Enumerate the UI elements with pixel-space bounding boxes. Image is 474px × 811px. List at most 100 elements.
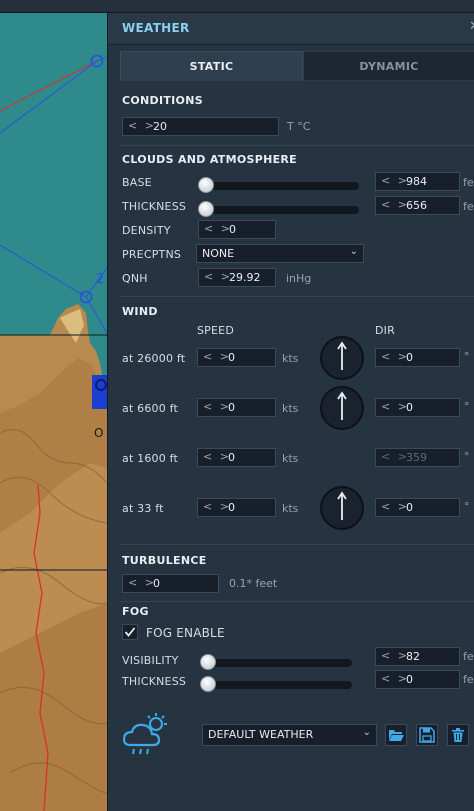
wind-dir-value: 0 (406, 351, 413, 364)
stepper-arrows-icon[interactable]: < > (204, 270, 232, 283)
wind-title: WIND (122, 305, 158, 318)
temperature-input[interactable]: < > 20 (122, 117, 279, 136)
wind-dir-unit: ° (464, 500, 470, 513)
stepper-arrows-icon[interactable]: < > (381, 400, 409, 413)
wind-row-label: at 6600 ft (122, 402, 179, 415)
visibility-slider[interactable] (200, 654, 352, 670)
open-folder-icon (389, 730, 404, 741)
qnh-input[interactable]: < > 29.92 (198, 268, 276, 287)
stepper-arrows-icon[interactable]: < > (381, 174, 409, 187)
check-icon (124, 627, 136, 637)
wind-speed-input[interactable]: < > 0 (197, 348, 276, 367)
visibility-label: VISIBILITY (122, 654, 179, 667)
cloud-thickness-unit: fe (463, 200, 474, 213)
density-input[interactable]: < > 0 (198, 220, 276, 239)
wind-dir-value: 0 (406, 401, 413, 414)
stepper-arrows-icon[interactable]: < > (204, 222, 232, 235)
cloud-thickness-input[interactable]: < > 656 (375, 196, 460, 215)
stepper-arrows-icon[interactable]: < > (203, 350, 231, 363)
weather-tabs: STATIC DYNAMIC (120, 51, 474, 81)
stepper-arrows-icon[interactable]: < > (203, 400, 231, 413)
fog-thickness-slider-handle[interactable] (200, 676, 216, 692)
wind-speed-unit: kts (282, 452, 299, 465)
turbulence-value: 0 (153, 577, 160, 590)
chevron-down-icon[interactable]: ⌄ (350, 246, 358, 257)
map-view[interactable]: 2 O (0, 13, 107, 811)
base-slider[interactable] (198, 177, 359, 193)
stepper-arrows-icon[interactable]: < > (203, 500, 231, 513)
fog-thickness-label: THICKNESS (122, 675, 187, 688)
cloud-thickness-value: 656 (406, 199, 427, 212)
precipitation-select[interactable]: NONE ⌄ (196, 244, 364, 263)
stepper-arrows-icon: < > (381, 450, 409, 463)
wind-dir-input[interactable]: < > 0 (375, 398, 460, 417)
weather-cloud-sun-rain-icon (122, 713, 167, 755)
wind-dir-unit: ° (464, 350, 470, 363)
wind-speed-input[interactable]: < > 0 (197, 398, 276, 417)
wind-speed-unit: kts (282, 402, 299, 415)
wind-direction-dial[interactable] (320, 386, 364, 430)
wind-direction-dial[interactable] (320, 336, 364, 380)
stepper-arrows-icon[interactable]: < > (381, 350, 409, 363)
visibility-slider-handle[interactable] (200, 654, 216, 670)
wind-dir-input[interactable]: < > 0 (375, 348, 460, 367)
wind-speed-value: 0 (228, 351, 235, 364)
wind-row-label: at 33 ft (122, 502, 164, 515)
fog-enable-checkbox[interactable] (122, 624, 138, 640)
precptns-label: PRECPTNS (122, 248, 182, 261)
close-icon[interactable]: ✕ (469, 19, 474, 35)
weather-preset-select[interactable]: DEFAULT WEATHER ⌄ (202, 724, 377, 746)
turbulence-title: TURBULENCE (122, 554, 207, 567)
stepper-arrows-icon[interactable]: < > (381, 500, 409, 513)
density-value: 0 (229, 223, 236, 236)
fog-title: FOG (122, 605, 149, 618)
stepper-arrows-icon[interactable]: < > (203, 450, 231, 463)
wind-speed-input[interactable]: < > 0 (197, 448, 276, 467)
open-preset-button[interactable] (385, 724, 407, 746)
wind-speed-input[interactable]: < > 0 (197, 498, 276, 517)
panel-title: WEATHER (122, 21, 190, 35)
save-icon (419, 727, 435, 743)
cloud-thickness-slider[interactable] (198, 201, 359, 217)
turbulence-input[interactable]: < > 0 (122, 574, 219, 593)
delete-preset-button[interactable] (447, 724, 469, 746)
clouds-title: CLOUDS AND ATMOSPHERE (122, 153, 297, 166)
wind-dir-input[interactable]: < > 0 (375, 498, 460, 517)
wind-speed-unit: kts (282, 352, 299, 365)
fog-thickness-slider[interactable] (200, 676, 352, 692)
wind-dir-unit: ° (464, 450, 470, 463)
stepper-arrows-icon[interactable]: < > (381, 649, 409, 662)
stepper-arrows-icon[interactable]: < > (128, 119, 156, 132)
base-value: 984 (406, 175, 427, 188)
visibility-input[interactable]: < > 82 (375, 647, 460, 666)
save-preset-button[interactable] (416, 724, 438, 746)
weather-preset-value: DEFAULT WEATHER (208, 728, 314, 741)
precipitation-value: NONE (202, 247, 235, 260)
tab-dynamic[interactable]: DYNAMIC (303, 51, 474, 81)
wind-dir-value: 0 (406, 501, 413, 514)
wind-direction-dial[interactable] (320, 486, 364, 530)
qnh-value: 29.92 (229, 271, 261, 284)
stepper-arrows-icon[interactable]: < > (128, 576, 156, 589)
stepper-arrows-icon[interactable]: < > (381, 198, 409, 211)
base-input[interactable]: < > 984 (375, 172, 460, 191)
map-waypoint-label: 2 (96, 272, 105, 287)
cloud-thickness-label: THICKNESS (122, 200, 187, 213)
fog-thickness-input[interactable]: < > 0 (375, 670, 460, 689)
panel-header: WEATHER ✕ (108, 13, 474, 45)
turbulence-unit: 0.1* feet (229, 577, 278, 590)
visibility-value: 82 (406, 650, 420, 663)
qnh-label: QNH (122, 272, 148, 285)
stepper-arrows-icon[interactable]: < > (381, 672, 409, 685)
cloud-thickness-slider-handle[interactable] (198, 201, 214, 217)
base-unit: fe (463, 176, 474, 189)
base-label: BASE (122, 176, 152, 189)
base-slider-handle[interactable] (198, 177, 214, 193)
wind-row-label: at 1600 ft (122, 452, 179, 465)
wind-speed-value: 0 (228, 451, 235, 464)
qnh-unit: inHg (286, 272, 312, 285)
tab-static[interactable]: STATIC (120, 51, 303, 81)
visibility-unit: fe (463, 650, 474, 663)
chevron-down-icon[interactable]: ⌄ (363, 727, 371, 738)
divider (120, 544, 474, 545)
